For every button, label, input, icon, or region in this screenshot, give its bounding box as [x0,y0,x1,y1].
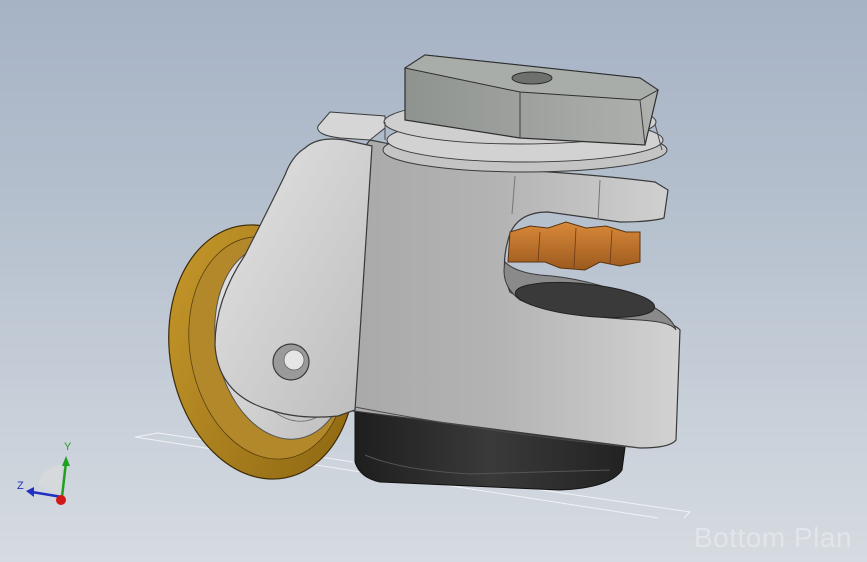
model-canvas[interactable] [0,0,867,562]
bottom-plane-label[interactable]: Bottom Plan [694,522,852,554]
adjusting-nut[interactable] [507,221,641,271]
knob-hole [511,71,553,85]
graphics-viewport[interactable]: Y Z Bottom Plan [0,0,867,562]
wheel-bracket[interactable] [214,138,373,418]
y-axis-arrow [60,461,68,498]
axis-y-label: Y [64,441,72,453]
axis-z-label: Z [17,480,24,492]
x-axis-dot [56,495,66,505]
axis-triad[interactable] [26,456,70,505]
